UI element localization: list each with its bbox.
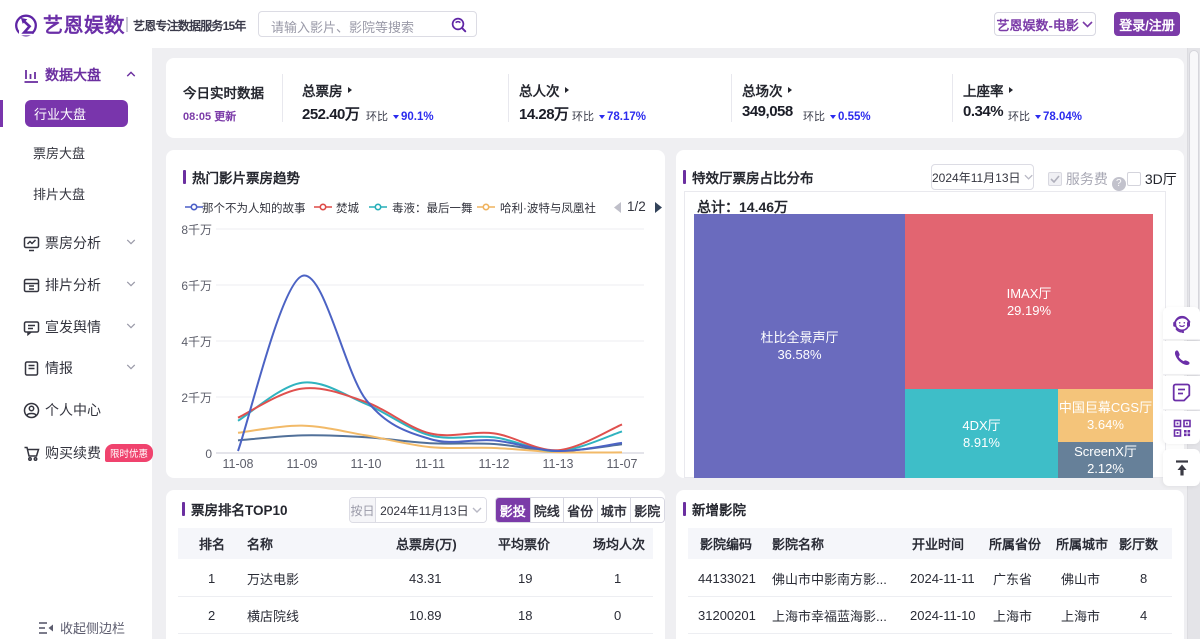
svg-text:0: 0 [205, 447, 212, 461]
svg-text:11-12: 11-12 [478, 457, 509, 471]
svg-text:11-13: 11-13 [542, 457, 573, 471]
svg-text:4千万: 4千万 [181, 335, 212, 349]
svg-text:11-10: 11-10 [350, 457, 381, 471]
svg-text:6千万: 6千万 [181, 279, 212, 293]
svg-text:8千万: 8千万 [181, 223, 212, 237]
svg-text:11-08: 11-08 [222, 457, 253, 471]
svg-text:2千万: 2千万 [181, 391, 212, 405]
svg-text:11-09: 11-09 [286, 457, 317, 471]
svg-text:11-11: 11-11 [415, 457, 445, 471]
svg-text:11-07: 11-07 [606, 457, 637, 471]
